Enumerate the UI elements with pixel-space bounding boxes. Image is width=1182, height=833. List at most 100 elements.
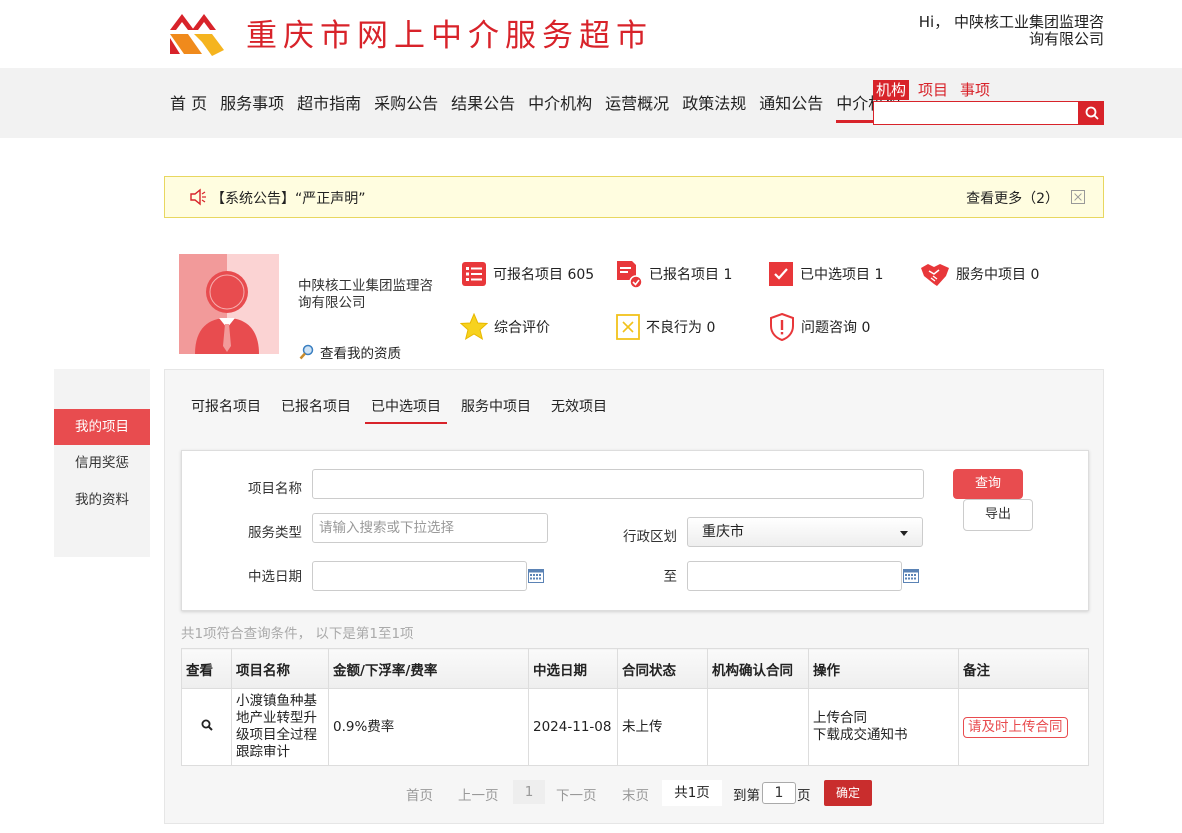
- amount-cell: 0.9%费率: [328, 688, 529, 766]
- caret-down-icon: [900, 531, 908, 536]
- search-tab-project[interactable]: 项目: [915, 80, 951, 100]
- notice-more-link[interactable]: 查看更多（2）: [966, 188, 1059, 208]
- stat-applied-projects[interactable]: 已报名项目 1: [615, 260, 732, 288]
- projects-panel: 可报名项目 已报名项目 已中选项目 服务中项目 无效项目 项目名称 服务类型 请…: [164, 369, 1104, 824]
- site-search: 机构 项目 事项: [873, 80, 1104, 126]
- column-header-remark: 备注: [958, 648, 1089, 689]
- project-name-label: 项目名称: [248, 481, 302, 497]
- magnifier-icon: [299, 344, 314, 360]
- column-header-contract-status: 合同状态: [617, 648, 708, 689]
- column-header-actions: 操作: [808, 648, 959, 689]
- stat-inquiries[interactable]: 问题咨询 0: [769, 313, 870, 341]
- stat-in-service-projects[interactable]: 服务中项目 0: [920, 260, 1039, 288]
- column-header-view: 查看: [181, 648, 232, 689]
- sidebar-item-my-projects[interactable]: 我的项目: [54, 409, 150, 445]
- search-tab-agency[interactable]: 机构: [873, 80, 910, 100]
- remind-upload-badge[interactable]: 请及时上传合同: [963, 716, 1068, 738]
- region-select-value: 重庆市: [702, 524, 744, 540]
- region-label: 行政区划: [623, 529, 677, 545]
- site-logo-icon[interactable]: [168, 8, 226, 60]
- main-nav: 首 页 服务事项 超市指南 采购公告 结果公告 中介机构 运营概况 政策法规 通…: [170, 90, 913, 123]
- calendar-icon[interactable]: [528, 569, 544, 583]
- pager-first[interactable]: 首页: [406, 784, 433, 804]
- checkbox-icon: [769, 262, 793, 286]
- download-notice-link[interactable]: 下载成交通知书: [813, 727, 954, 744]
- list-icon: [462, 262, 486, 286]
- pager-confirm-button[interactable]: 确定: [824, 780, 872, 806]
- date-label: 中选日期: [248, 569, 302, 585]
- tab-applied-projects[interactable]: 已报名项目: [275, 396, 357, 424]
- query-button[interactable]: 查询: [953, 469, 1023, 499]
- tab-invalid-projects[interactable]: 无效项目: [545, 396, 613, 424]
- stat-applied-projects-label[interactable]: 已报名项目 1: [649, 264, 732, 284]
- nav-item-guide[interactable]: 超市指南: [297, 90, 361, 123]
- stat-selected-projects-label[interactable]: 已中选项目 1: [800, 264, 883, 284]
- tab-in-service-projects[interactable]: 服务中项目: [455, 396, 537, 424]
- cross-box-icon: [616, 314, 640, 340]
- nav-item-agencies[interactable]: 中介机构: [528, 90, 592, 123]
- stat-selected-projects[interactable]: 已中选项目 1: [768, 261, 883, 287]
- nav-item-notices[interactable]: 通知公告: [759, 90, 823, 123]
- pager-goto-input[interactable]: 1: [762, 782, 796, 804]
- site-header: 重庆市网上中介服务超市 Hi， 中陕核工业集团监理咨询有限公司: [0, 0, 1182, 68]
- results-table: 查看 项目名称 金额/下浮率/费率 中选日期 合同状态 机构确认合同 操作 备注…: [181, 648, 1089, 766]
- nav-item-home[interactable]: 首 页: [170, 90, 207, 123]
- site-title: 重庆市网上中介服务超市: [246, 18, 653, 54]
- nav-item-policies[interactable]: 政策法规: [682, 90, 746, 123]
- date-to-label: 至: [663, 569, 678, 585]
- sidebar-item-credit[interactable]: 信用奖惩: [54, 445, 150, 481]
- company-name: 中陕核工业集团监理咨询有限公司: [298, 278, 433, 311]
- date-from-input[interactable]: [312, 561, 527, 591]
- stat-open-projects[interactable]: 可报名项目 605: [461, 261, 594, 287]
- stat-misconduct[interactable]: 不良行为 0: [616, 314, 715, 340]
- view-qualification-link[interactable]: 查看我的资质: [299, 342, 401, 362]
- pager-next[interactable]: 下一页: [556, 784, 597, 804]
- search-icon[interactable]: [201, 719, 213, 731]
- pager-current-page[interactable]: 1: [513, 780, 545, 804]
- shield-alert-icon: [770, 313, 794, 341]
- search-input[interactable]: [873, 101, 1079, 125]
- service-type-input[interactable]: 请输入搜索或下拉选择: [312, 513, 548, 543]
- user-sidebar: 我的项目 信用奖惩 我的资料: [54, 369, 150, 557]
- handshake-icon: [921, 264, 949, 286]
- column-header-agency-confirm: 机构确认合同: [707, 648, 809, 689]
- date-to-input[interactable]: [687, 561, 902, 591]
- search-tabs: 机构 项目 事项: [873, 80, 999, 100]
- avatar: [179, 254, 279, 354]
- stat-open-projects-label[interactable]: 可报名项目 605: [493, 264, 594, 284]
- sidebar-item-my-profile[interactable]: 我的资料: [54, 482, 150, 518]
- table-row: 小渡镇鱼种基地产业转型升级项目全过程跟踪审计 0.9%费率 2024-11-08…: [181, 688, 1089, 766]
- project-name-input[interactable]: [312, 469, 924, 499]
- nav-item-results[interactable]: 结果公告: [451, 90, 515, 123]
- nav-item-services[interactable]: 服务事项: [220, 90, 284, 123]
- project-name-cell: 小渡镇鱼种基地产业转型升级项目全过程跟踪审计: [231, 688, 329, 766]
- column-header-date: 中选日期: [528, 648, 618, 689]
- user-avatar-icon: [195, 271, 259, 354]
- stat-in-service-projects-label[interactable]: 服务中项目 0: [956, 264, 1039, 284]
- nav-item-operations[interactable]: 运营概况: [605, 90, 669, 123]
- stat-misconduct-label[interactable]: 不良行为 0: [646, 317, 715, 337]
- system-notice-bar: 【系统公告】“严正声明” 查看更多（2）: [164, 176, 1104, 218]
- stat-evaluation[interactable]: 综合评价: [460, 313, 550, 341]
- view-qualification-label[interactable]: 查看我的资质: [320, 342, 401, 362]
- pager-goto-prefix: 到第: [733, 788, 760, 804]
- stat-inquiries-label[interactable]: 问题咨询 0: [801, 317, 870, 337]
- region-select[interactable]: 重庆市: [687, 517, 923, 547]
- view-cell: [181, 688, 232, 766]
- tab-open-projects[interactable]: 可报名项目: [185, 396, 267, 424]
- notice-text[interactable]: 【系统公告】“严正声明”: [211, 188, 366, 208]
- pager-last[interactable]: 末页: [622, 784, 649, 804]
- main-navbar: 首 页 服务事项 超市指南 采购公告 结果公告 中介机构 运营概况 政策法规 通…: [0, 68, 1182, 138]
- agency-confirm-cell: [707, 688, 809, 766]
- upload-contract-link[interactable]: 上传合同: [813, 710, 954, 727]
- export-button[interactable]: 导出: [963, 499, 1033, 531]
- pager-prev[interactable]: 上一页: [458, 784, 499, 804]
- stat-evaluation-label[interactable]: 综合评价: [494, 317, 550, 337]
- tab-selected-projects[interactable]: 已中选项目: [365, 396, 447, 424]
- close-icon[interactable]: [1071, 190, 1085, 204]
- search-button[interactable]: [1079, 101, 1104, 125]
- calendar-icon[interactable]: [903, 569, 919, 583]
- search-tab-item[interactable]: 事项: [957, 80, 993, 100]
- remark-cell: 请及时上传合同: [958, 688, 1089, 766]
- nav-item-procurement[interactable]: 采购公告: [374, 90, 438, 123]
